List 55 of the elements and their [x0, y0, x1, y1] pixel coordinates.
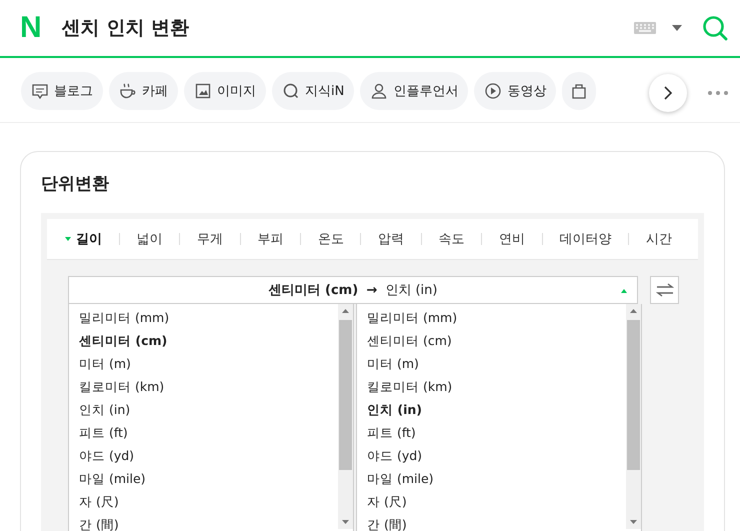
- unit-option[interactable]: 자 (尺): [69, 490, 338, 513]
- unit-option[interactable]: 자 (尺): [357, 490, 626, 513]
- unit-option[interactable]: 밀리미터 (mm): [69, 306, 338, 329]
- unit-tab[interactable]: 연비: [499, 230, 526, 248]
- unit-tab[interactable]: 부피: [257, 230, 284, 248]
- search-tab[interactable]: 동영상: [474, 72, 556, 110]
- bag-icon: [572, 82, 586, 100]
- search-query[interactable]: 센치 인치 변환: [62, 15, 189, 41]
- cup-icon: [119, 82, 137, 100]
- search-tab[interactable]: 카페: [109, 72, 178, 110]
- unit-option[interactable]: 피트 (ft): [69, 421, 338, 444]
- blog-icon: [31, 82, 49, 100]
- unit-option[interactable]: 미터 (m): [357, 352, 626, 375]
- unit-tab[interactable]: 무게: [196, 230, 223, 248]
- unit-tab[interactable]: 속도: [438, 230, 465, 248]
- unit-tab[interactable]: 넓이: [136, 230, 162, 248]
- triangle-icon: [65, 237, 71, 241]
- unit-select[interactable]: 센티미터 (cm) → 인치 (in): [68, 276, 638, 304]
- unit-option[interactable]: 인치 (in): [357, 398, 626, 421]
- unit-option[interactable]: 야드 (yd): [357, 444, 626, 467]
- unit-option[interactable]: 피트 (ft): [357, 421, 626, 444]
- swap-button[interactable]: [650, 276, 679, 304]
- unit-tab[interactable]: 데이터양: [560, 230, 612, 248]
- unit-option[interactable]: 미터 (m): [69, 352, 338, 375]
- swap-icon: [656, 283, 674, 297]
- unit-option[interactable]: 야드 (yd): [69, 444, 338, 467]
- unit-option[interactable]: 센티미터 (cm): [357, 329, 626, 352]
- unit-option[interactable]: 인치 (in): [69, 398, 338, 421]
- search-tab[interactable]: [562, 72, 596, 110]
- search-tab[interactable]: 블로그: [21, 72, 103, 110]
- unit-tab[interactable]: 시간: [646, 230, 672, 248]
- caret-icon[interactable]: [672, 25, 682, 31]
- search-icon: [282, 82, 300, 100]
- caret-up-icon: [621, 289, 627, 293]
- unit-option[interactable]: 밀리미터 (mm): [357, 306, 626, 329]
- unit-tab[interactable]: 길이: [65, 230, 102, 248]
- card-title: 단위변환: [41, 173, 110, 195]
- search-tab[interactable]: 지식iN: [272, 72, 354, 110]
- play-icon: [484, 82, 502, 100]
- next-button[interactable]: [649, 74, 687, 112]
- more-icon[interactable]: [708, 91, 728, 95]
- unit-option[interactable]: 킬로미터 (km): [69, 375, 338, 398]
- search-tab[interactable]: 인플루언서: [360, 72, 468, 110]
- image-icon: [194, 82, 212, 100]
- unit-option[interactable]: 마일 (mile): [357, 467, 626, 490]
- unit-option[interactable]: 간 (間): [357, 513, 626, 531]
- person-icon: [370, 82, 388, 100]
- unit-option[interactable]: 마일 (mile): [69, 467, 338, 490]
- chevron-right-icon: [663, 86, 673, 100]
- search-tab[interactable]: 이미지: [184, 72, 266, 110]
- unit-option[interactable]: 센티미터 (cm): [69, 329, 338, 352]
- unit-tab[interactable]: 압력: [378, 230, 404, 248]
- unit-option[interactable]: 킬로미터 (km): [357, 375, 626, 398]
- unit-tab[interactable]: 온도: [318, 230, 344, 248]
- unit-option[interactable]: 간 (間): [69, 513, 338, 531]
